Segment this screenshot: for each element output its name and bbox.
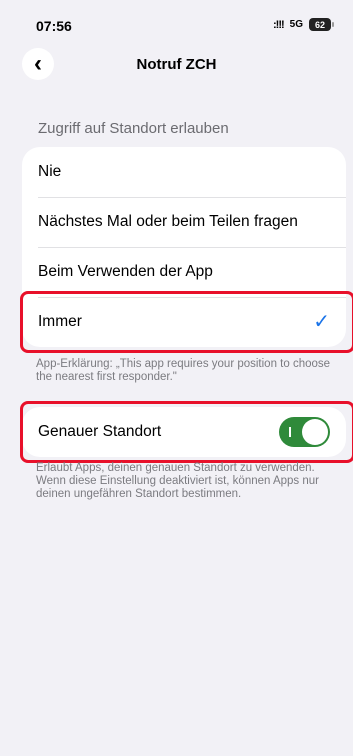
battery-icon: 62 [309,18,334,31]
highlight-box-precise [20,401,353,463]
nav-bar: ‹ Notruf ZCH [0,42,353,86]
battery-level: 62 [314,19,325,30]
section-header-location-access: Zugriff auf Standort erlauben [38,120,229,137]
network-type: 5G [289,19,303,30]
option-never[interactable]: Nie [22,147,346,197]
status-bar: 07:56 :!!! 5G 62 [0,0,353,42]
option-label: Nächstes Mal oder beim Teilen fragen [38,213,298,230]
option-while-using[interactable]: Beim Verwenden der App [22,247,346,297]
status-indicators: :!!! 5G 62 [273,18,334,31]
option-label: Nie [38,163,62,180]
precise-location-description: Erlaubt Apps, deinen genauen Standort zu… [36,462,319,500]
app-explanation: App-Erklärung: „This app requires your p… [36,358,331,383]
page-title: Notruf ZCH [136,56,217,73]
signal-icon: :!!! [273,18,285,31]
status-time: 07:56 [36,18,72,34]
highlight-box-always [20,291,353,353]
option-ask-next-time[interactable]: Nächstes Mal oder beim Teilen fragen [22,197,346,247]
option-label: Beim Verwenden der App [38,263,213,280]
